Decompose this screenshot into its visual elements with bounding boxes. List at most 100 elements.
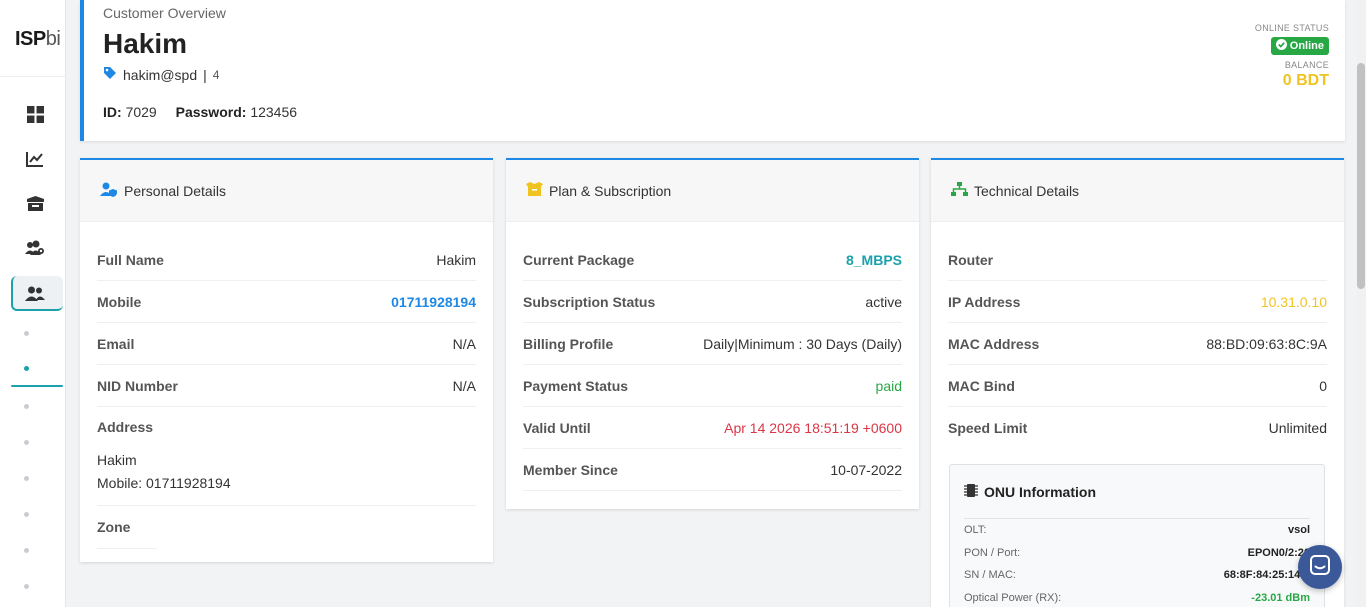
- olt-row: OLT: vsol: [964, 519, 1310, 542]
- email-row: Email N/A: [97, 323, 476, 365]
- logo-divider: [0, 76, 65, 77]
- online-status-label: ONLINE STATUS: [1254, 23, 1329, 33]
- tag-icon: [103, 66, 117, 83]
- online-status-text: Online: [1289, 40, 1324, 52]
- balance-value: 0 BDT: [1282, 72, 1329, 89]
- balance-label: BALANCE: [1284, 60, 1329, 70]
- mobile-link[interactable]: 01711928194: [391, 294, 476, 310]
- subscription-status-value: active: [865, 293, 902, 310]
- mac-bind-row: MAC Bind 0: [948, 365, 1327, 407]
- valid-until-row: Valid Until Apr 14 2026 18:51:19 +0600: [523, 407, 902, 449]
- nav-dot[interactable]: [24, 476, 29, 481]
- nav-dot[interactable]: [24, 512, 29, 517]
- card-title: Personal Details: [124, 182, 226, 199]
- mobile-label: Mobile: [97, 293, 142, 310]
- page-scrollbar[interactable]: [1356, 0, 1366, 607]
- users-cog-icon[interactable]: [24, 237, 46, 259]
- nav-dot[interactable]: [24, 440, 29, 445]
- address-block: Address Hakim Mobile: 01711928194: [97, 407, 476, 506]
- card-title: Technical Details: [974, 182, 1080, 199]
- tag-separator: |: [203, 66, 207, 83]
- check-circle-icon: [1275, 39, 1287, 53]
- box-open-icon: [526, 182, 543, 199]
- network-icon: [951, 182, 968, 199]
- scrollbar-thumb[interactable]: [1357, 63, 1365, 289]
- chart-line-icon[interactable]: [24, 148, 46, 170]
- user-friends-icon[interactable]: [24, 282, 46, 304]
- id-value: 7029: [125, 104, 157, 120]
- onu-title-row: ONU Information: [964, 465, 1310, 519]
- onu-title: ONU Information: [984, 483, 1096, 500]
- box-icon[interactable]: [24, 193, 46, 215]
- package-label: Current Package: [523, 251, 635, 268]
- sn-mac-row: SN / MAC: 68:8F:84:25:14:9: [964, 564, 1310, 587]
- subscription-status-label: Subscription Status: [523, 293, 656, 310]
- speed-limit-label: Speed Limit: [948, 420, 1028, 436]
- full-name-row: Full Name Hakim: [97, 239, 476, 281]
- user-shield-icon: [100, 182, 118, 200]
- router-label: Router: [948, 251, 994, 268]
- microchip-icon: [964, 483, 978, 501]
- nav-dot[interactable]: [24, 331, 29, 336]
- card-title: Plan & Subscription: [549, 182, 672, 199]
- address-label: Address: [97, 419, 154, 435]
- personal-details-header: Personal Details: [80, 160, 493, 222]
- optical-power-value: -23.01 dBm: [1251, 591, 1310, 604]
- nav-active-underline: [11, 385, 63, 387]
- ip-address-value: 10.31.0.10: [1260, 293, 1327, 310]
- onu-information-panel: ONU Information OLT: vsol PON / Port: EP…: [949, 464, 1325, 607]
- package-row: Current Package 8_MBPS: [523, 239, 902, 281]
- plan-subscription-header: Plan & Subscription: [506, 160, 919, 222]
- package-value[interactable]: 8_MBPS: [846, 252, 902, 268]
- customer-name: Hakim: [103, 28, 188, 59]
- chat-icon: [1310, 554, 1330, 580]
- mac-bind-value: 0: [1319, 377, 1327, 394]
- dashboard-icon[interactable]: [24, 103, 46, 125]
- optical-power-label: Optical Power (RX):: [964, 591, 1062, 604]
- personal-details-card: Personal Details Full Name Hakim Mobile …: [80, 158, 493, 562]
- subscription-status-row: Subscription Status active: [523, 281, 902, 323]
- olt-value: vsol: [1287, 524, 1310, 537]
- chat-button[interactable]: [1298, 545, 1342, 589]
- valid-until-label: Valid Until: [523, 419, 591, 436]
- brand-logo[interactable]: ISPbi: [15, 28, 61, 51]
- mac-address-row: MAC Address 88:BD:09:63:8C:9A: [948, 323, 1327, 365]
- password-label: Password:: [175, 104, 247, 120]
- email-value: N/A: [452, 335, 476, 352]
- nav-dot-active[interactable]: [24, 366, 29, 371]
- zone-divider: [97, 548, 157, 549]
- customer-overview-card: Customer Overview Hakim hakim@spd | 4 ID…: [80, 0, 1345, 141]
- payment-status-value: paid: [875, 377, 902, 394]
- ip-address-row: IP Address 10.31.0.10: [948, 281, 1327, 323]
- technical-details-card: Technical Details Router IP Address 10.3…: [931, 158, 1344, 607]
- page-subtitle: Customer Overview: [103, 5, 226, 21]
- nav-dot[interactable]: [24, 548, 29, 553]
- email-label: Email: [97, 335, 135, 352]
- online-status-badge: Online: [1270, 37, 1329, 55]
- mac-address-label: MAC Address: [948, 335, 1040, 352]
- valid-until-value: Apr 14 2026 18:51:19 +0600: [724, 419, 902, 436]
- member-since-row: Member Since 10-07-2022: [523, 449, 902, 491]
- mac-bind-label: MAC Bind: [948, 377, 1015, 394]
- credentials-row: ID: 7029 Password: 123456: [103, 104, 297, 120]
- billing-profile-value: Daily|Minimum : 30 Days (Daily): [703, 335, 902, 352]
- nav-dot[interactable]: [24, 584, 29, 589]
- payment-status-label: Payment Status: [523, 377, 629, 394]
- speed-limit-row: Speed Limit Unlimited: [948, 407, 1327, 449]
- sn-mac-label: SN / MAC:: [964, 569, 1016, 582]
- payment-status-row: Payment Status paid: [523, 365, 902, 407]
- status-panel: ONLINE STATUS Online BALANCE 0 BDT: [1255, 23, 1329, 90]
- nid-row: NID Number N/A: [97, 365, 476, 407]
- router-row: Router: [948, 239, 1327, 281]
- full-name-label: Full Name: [97, 251, 164, 268]
- customer-tag: hakim@spd: [123, 66, 198, 83]
- mobile-row: Mobile 01711928194: [97, 281, 476, 323]
- pon-port-label: PON / Port:: [964, 546, 1021, 559]
- nav-dot[interactable]: [24, 404, 29, 409]
- billing-profile-label: Billing Profile: [523, 335, 614, 352]
- plan-subscription-card: Plan & Subscription Current Package 8_MB…: [506, 158, 919, 509]
- member-since-label: Member Since: [523, 461, 618, 478]
- nid-label: NID Number: [97, 377, 178, 394]
- ip-address-label: IP Address: [948, 293, 1021, 310]
- id-label: ID:: [103, 104, 122, 120]
